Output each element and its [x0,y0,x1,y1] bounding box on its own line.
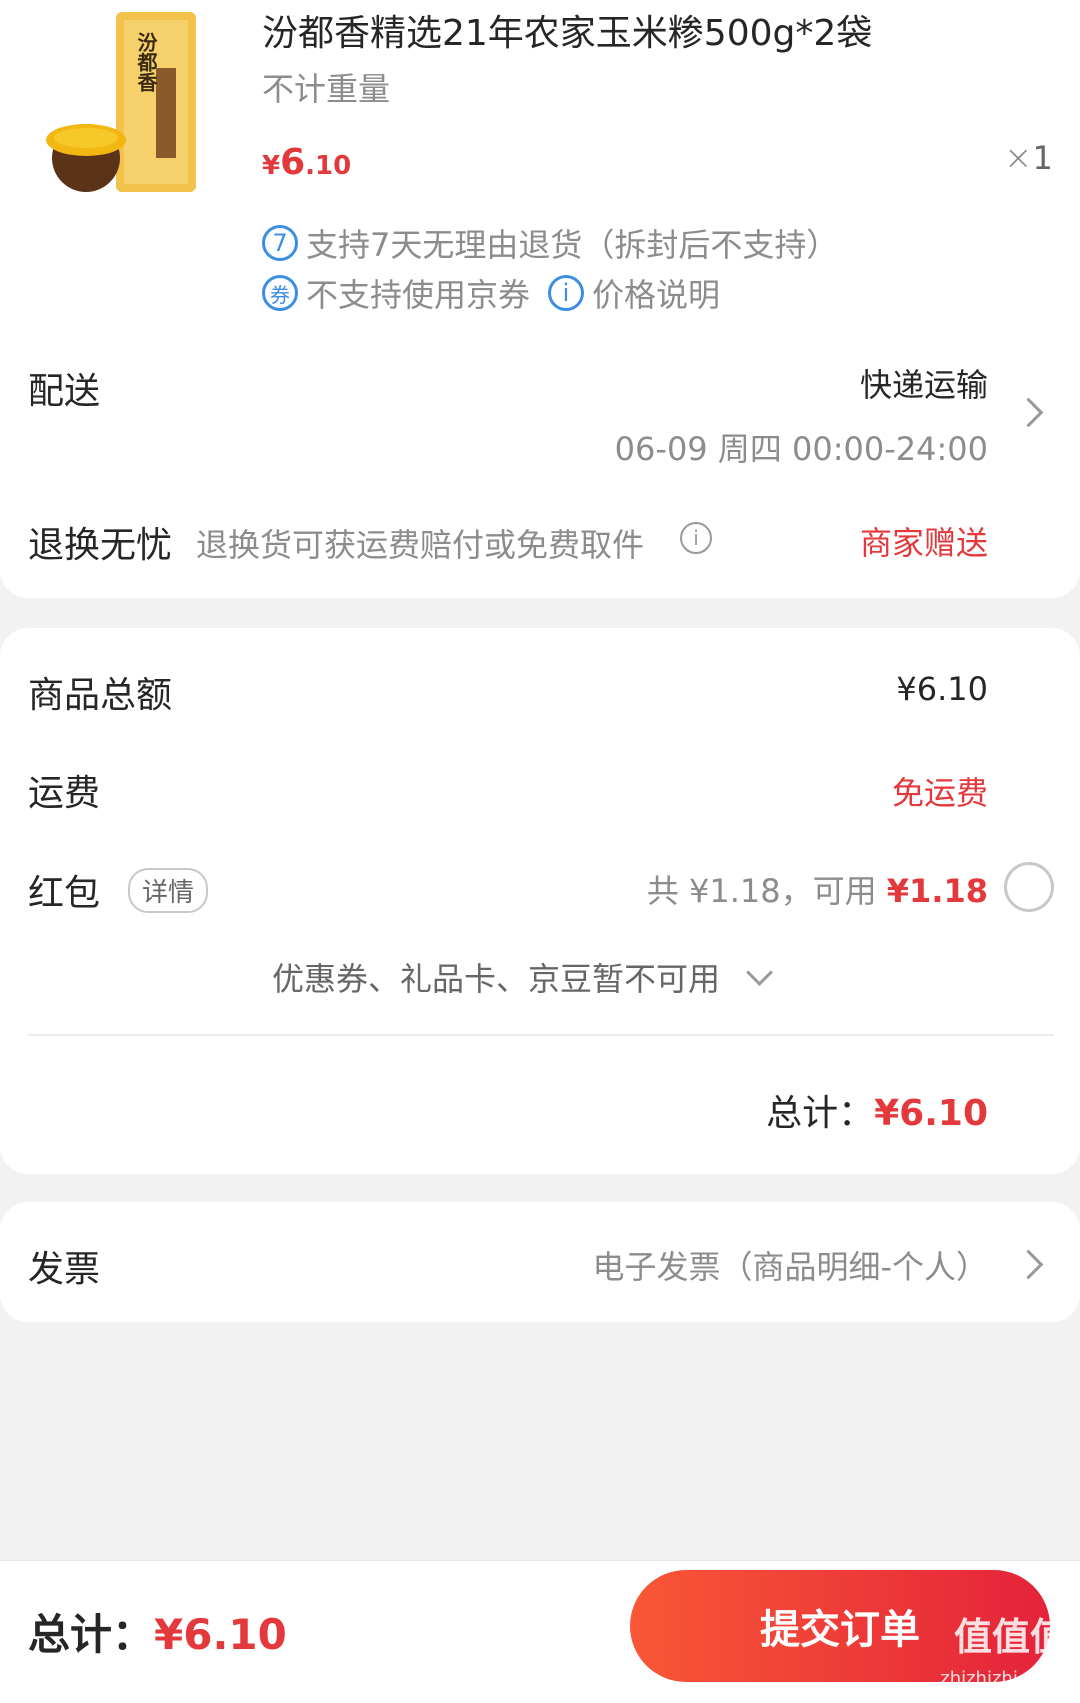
seven-day-icon: 7 [262,225,298,261]
shipping-value: 免运费 [891,774,988,812]
return-service-desc: 退换货可获运费赔付或免费取件 [196,526,645,564]
product-card: 汾都香 汾都香精选21年农家玉米糁500g*2袋 不计重量 ¥6.10 ×1 7… [0,0,1080,598]
delivery-method[interactable]: 快递运输 [860,360,988,406]
product-image[interactable]: 汾都香 [44,8,204,198]
service-return-text: 支持7天无理由退货（拆封后不支持） [306,226,839,264]
service-return: 7 支持7天无理由退货（拆封后不支持） [262,220,838,266]
return-info-icon[interactable]: i [680,522,712,554]
goods-total-label: 商品总额 [28,675,173,716]
price-explain-link[interactable]: 价格说明 [592,270,720,316]
return-service-value: 商家赠送 [859,524,988,562]
coupons-note[interactable]: 优惠券、礼品卡、京豆暂不可用 [272,954,774,1000]
redpacket-amount: 共 ¥1.18，可用 ¥1.18 [646,872,988,910]
invoice-value[interactable]: 电子发票（商品明细-个人） [592,1242,988,1288]
order-total: 总计：¥6.10 [766,1093,988,1134]
shipping-label: 运费 [28,773,101,814]
invoice-chevron-icon[interactable] [1013,1249,1044,1280]
watermark-url: zhizhizhi.com [940,1668,1062,1689]
watermark-logo: 值值值 [953,1615,1068,1659]
delivery-label: 配送 [28,371,101,412]
product-spec: 不计重量 [262,70,391,108]
chevron-down-icon [746,959,774,986]
return-service-label: 退换无忧 [28,525,173,566]
service-coupon-text: 不支持使用京券 [306,276,531,314]
footer-total: 总计：¥6.10 [28,1610,287,1659]
product-image-brand: 汾都香 [134,32,158,92]
delivery-time[interactable]: 06-09 周四 00:00-24:00 [615,424,988,470]
no-coupon-icon: 券 [262,275,298,311]
product-quantity: ×1 [1004,138,1053,178]
redpacket-radio[interactable] [1004,862,1054,912]
goods-total-value: ¥6.10 [896,670,988,708]
redpacket-label: 红包 [28,873,101,914]
product-title[interactable]: 汾都香精选21年农家玉米糁500g*2袋 [262,4,872,56]
redpacket-detail-tag[interactable]: 详情 [128,868,209,913]
invoice-label: 发票 [28,1249,101,1290]
product-price: ¥6.10 [262,142,352,183]
times-icon: × [1004,138,1033,178]
order-summary-card: 商品总额 ¥6.10 运费 免运费 红包 详情 共 ¥1.18，可用 ¥1.18… [0,628,1080,1174]
info-icon[interactable]: i [548,275,585,311]
divider [28,1034,1054,1036]
invoice-card[interactable]: 发票 电子发票（商品明细-个人） [0,1202,1080,1322]
delivery-chevron-icon[interactable] [1013,397,1044,428]
service-row: 券 不支持使用京券 i 价格说明 [262,270,720,316]
